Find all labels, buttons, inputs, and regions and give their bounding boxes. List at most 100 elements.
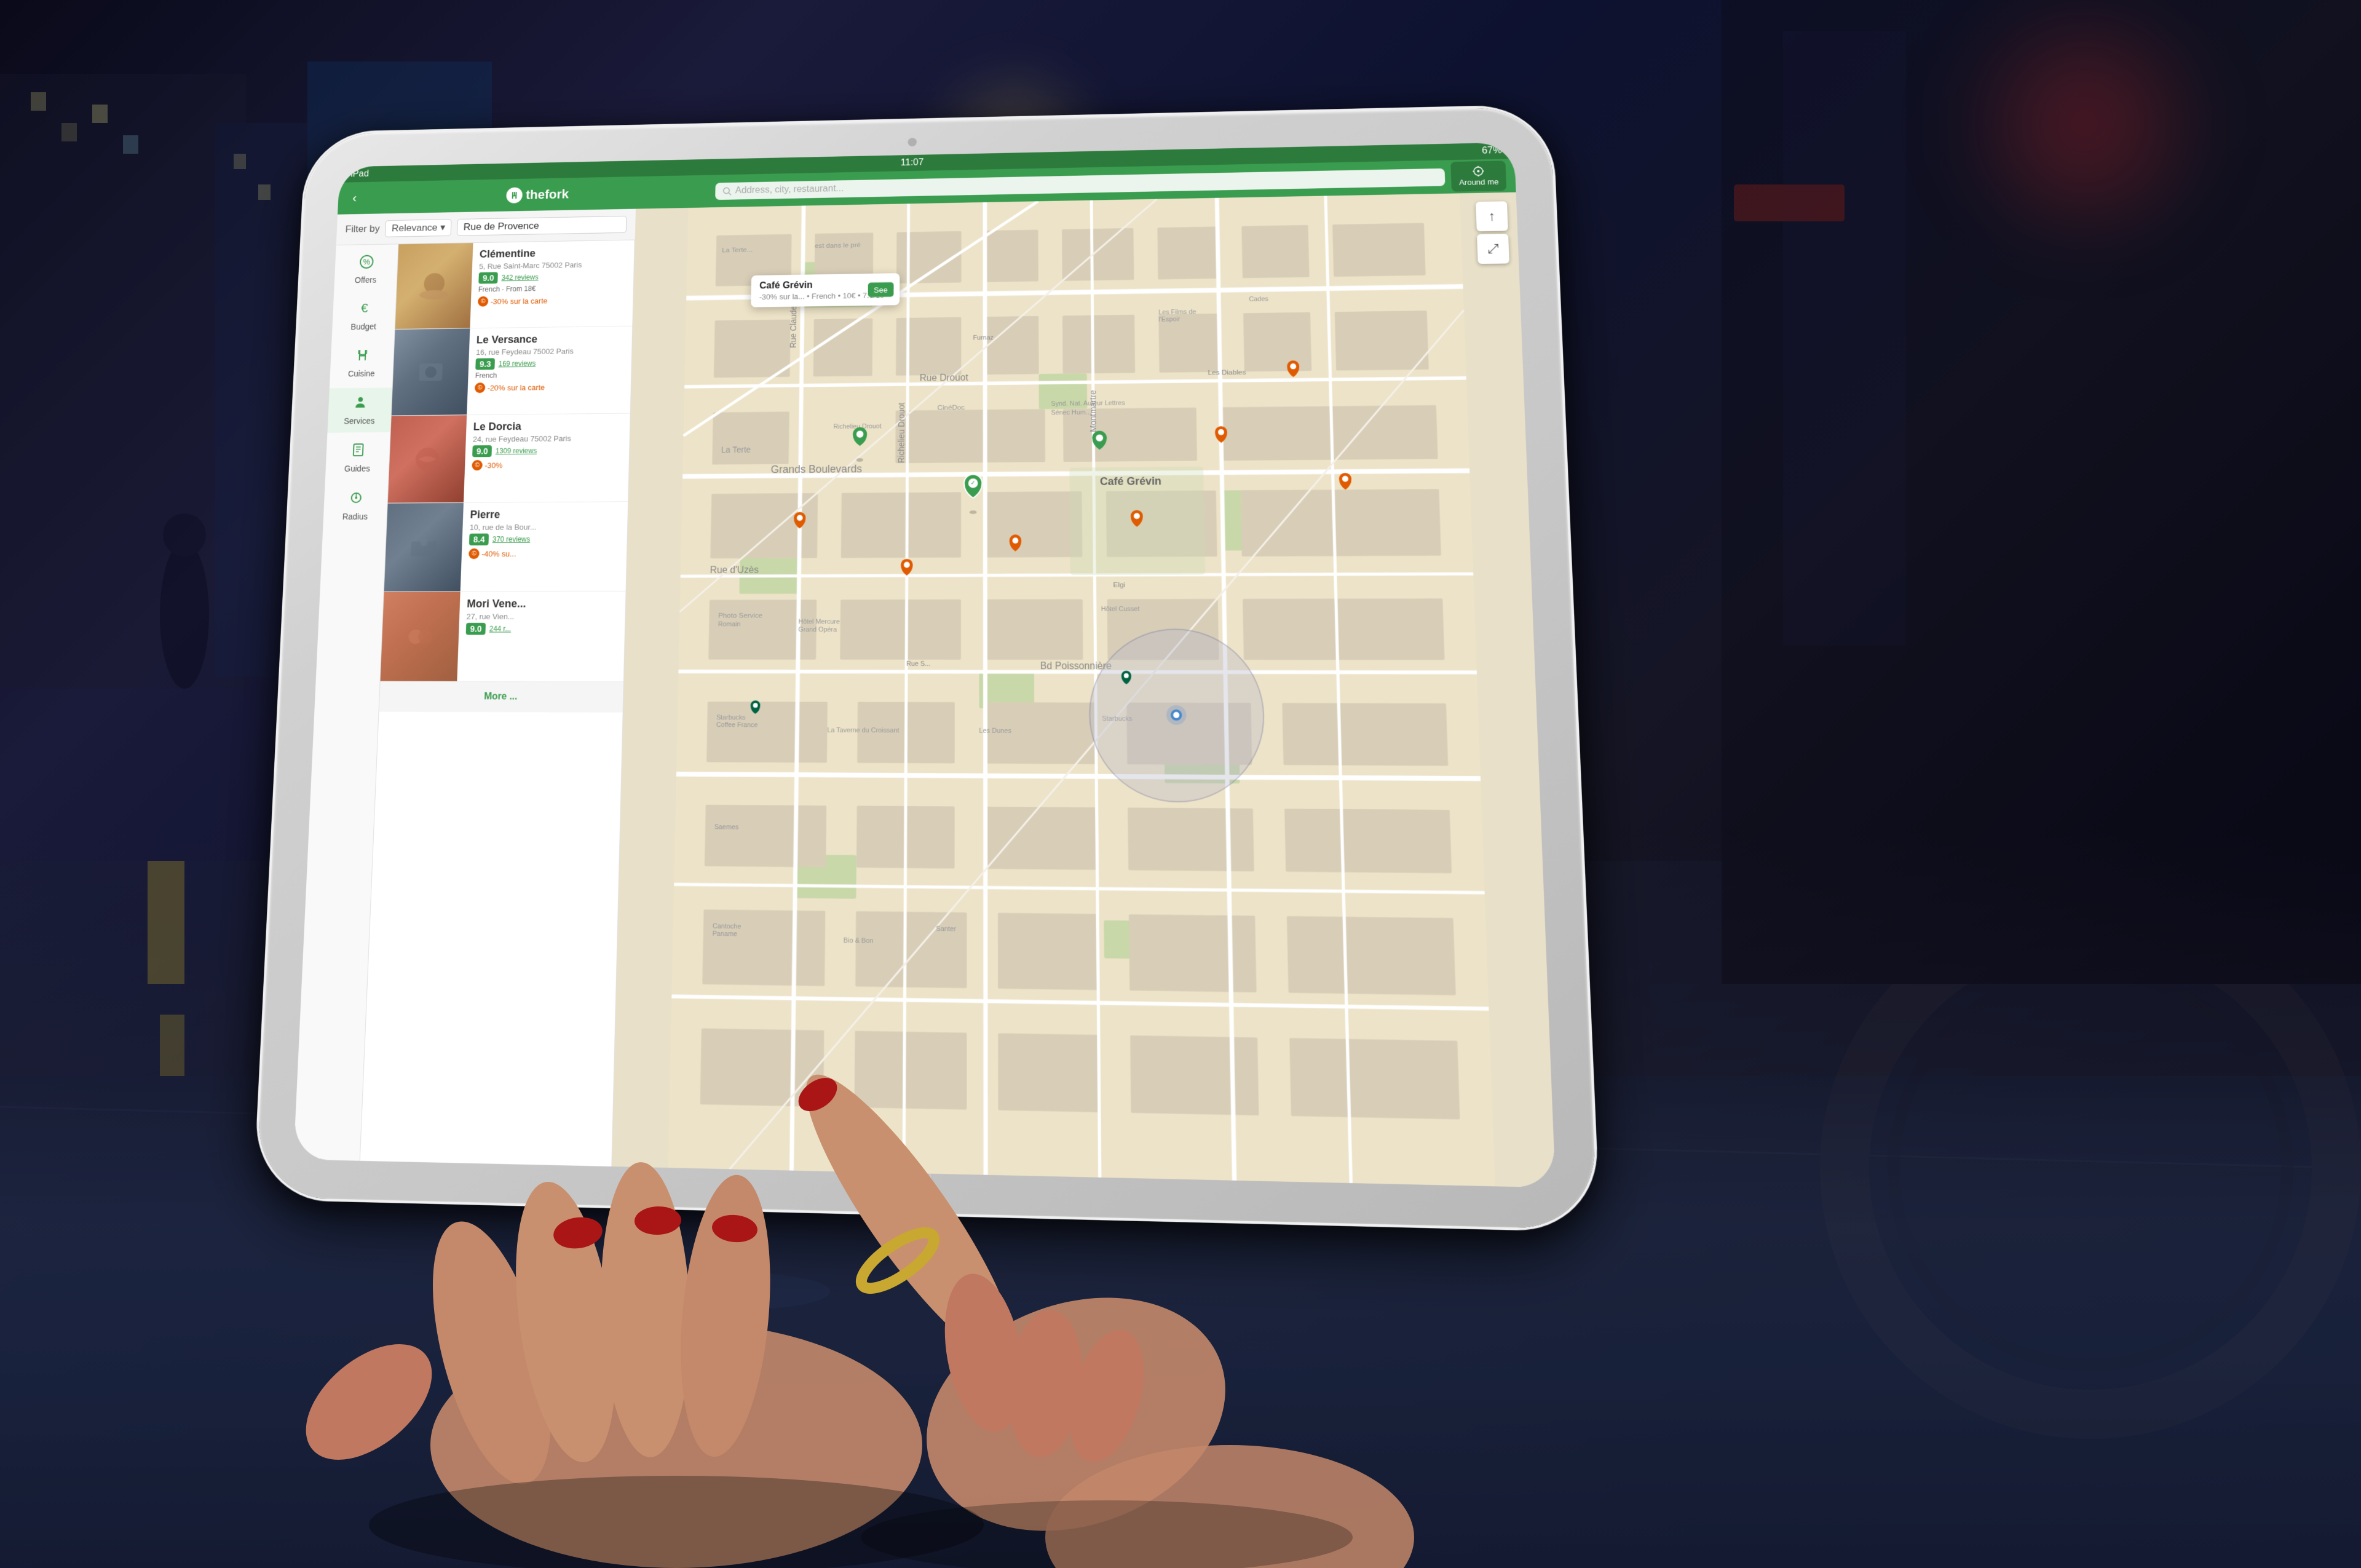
svg-text:La Terte...: La Terte... <box>722 247 753 254</box>
person-icon <box>352 395 368 410</box>
svg-text:Saemes: Saemes <box>714 824 739 831</box>
restaurant-meta: 9.0 342 reviews <box>478 270 627 283</box>
restaurant-address: 24, rue Feydeau 75002 Paris <box>473 434 623 443</box>
restaurant-name: Le Versance <box>477 332 625 346</box>
time-display: 11:07 <box>901 157 924 168</box>
around-me-button[interactable]: Around me <box>1451 160 1507 191</box>
restaurant-address: 10, rue de la Bour... <box>470 522 620 532</box>
reviews-count: 244 r... <box>489 625 512 633</box>
euro-icon: € <box>357 301 372 315</box>
fork-logo-icon <box>506 187 523 203</box>
restaurant-item[interactable]: Le Versance 16, rue Feydeau 75002 Paris … <box>392 327 633 416</box>
discount-badge: © -40% su... <box>469 548 620 559</box>
restaurant-address: 27, rue Vien... <box>466 612 618 621</box>
restaurant-address: 5, Rue Saint-Marc 75002 Paris <box>479 259 627 271</box>
map-popup: Café Grévin -30% sur la... • French • 10… <box>751 273 900 307</box>
food-image-4 <box>406 529 442 565</box>
svg-text:Coffee France: Coffee France <box>716 722 758 729</box>
reviews-count: 342 reviews <box>501 273 539 282</box>
radius-icon <box>348 490 364 510</box>
tag-icon: % <box>358 255 374 269</box>
restaurant-info-pierre: Pierre 10, rue de la Bour... 8.4 370 rev… <box>461 502 628 591</box>
svg-text:Synd. Nat. Auteur Lettres: Synd. Nat. Auteur Lettres <box>1051 400 1125 408</box>
app-logo-text: thefork <box>526 187 569 202</box>
svg-text:€: € <box>360 302 368 315</box>
offers-label: Offers <box>355 275 377 285</box>
restaurant-image-versance <box>392 328 470 416</box>
address-input[interactable]: Rue de Provence <box>457 216 627 236</box>
cuisine-icon <box>354 347 370 366</box>
cuisine-tag: French <box>475 370 624 380</box>
restaurant-meta: 9.0 244 r... <box>466 623 618 635</box>
svg-text:Grands Boulevards: Grands Boulevards <box>771 463 863 475</box>
sidebar-item-budget[interactable]: € Budget <box>332 294 397 339</box>
expand-button[interactable]: ⤢ <box>1477 234 1509 264</box>
carrier-label: iPad <box>350 169 369 180</box>
battery-indicator: 67% <box>1482 146 1502 157</box>
reviews-count: 370 reviews <box>492 535 531 544</box>
rating-badge: 9.0 <box>478 272 498 283</box>
relevance-label: Relevance <box>392 222 438 234</box>
relevance-dropdown[interactable]: Relevance ▾ <box>385 219 452 237</box>
radius-circle-icon <box>348 490 364 505</box>
services-label: Services <box>344 416 375 426</box>
search-bar[interactable]: Address, city, restaurant... <box>715 168 1445 199</box>
sidebar-item-cuisine[interactable]: Cuisine <box>330 341 394 386</box>
restaurant-address: 16, rue Feydeau 75002 Paris <box>476 346 625 357</box>
sidebar-item-guides[interactable]: Guides <box>325 435 390 481</box>
restaurant-meta: 9.3 169 reviews <box>475 357 624 370</box>
filter-bar: Filter by Relevance ▾ Rue de Provence <box>336 209 636 245</box>
budget-label: Budget <box>350 322 376 331</box>
restaurant-item[interactable]: Clémentine 5, Rue Saint-Marc 75002 Paris… <box>395 240 635 330</box>
restaurant-info-versance: Le Versance 16, rue Feydeau 75002 Paris … <box>467 327 632 415</box>
food-image-2 <box>413 355 449 390</box>
rating-badge: 9.0 <box>466 623 486 635</box>
popup-see-button[interactable]: See <box>868 282 894 296</box>
restaurant-name: Mori Vene... <box>467 598 619 611</box>
restaurant-image-clementine <box>395 243 473 330</box>
search-icon <box>722 186 732 196</box>
sidebar-item-offers[interactable]: % Offers <box>334 247 398 292</box>
map-area[interactable]: Rue Richer Rue Drouot Grands Boulevards … <box>612 192 1556 1188</box>
svg-text:%: % <box>363 258 370 266</box>
tablet-screen: iPad 11:07 67% ‹ thefork <box>293 143 1556 1188</box>
sidebar-item-radius[interactable]: Radius <box>323 483 388 528</box>
restaurant-info-mori: Mori Vene... 27, rue Vien... 9.0 244 r..… <box>457 592 625 681</box>
svg-text:Starbucks: Starbucks <box>716 715 746 722</box>
svg-text:Photo Service: Photo Service <box>718 612 762 619</box>
restaurant-name: Clémentine <box>480 246 628 261</box>
discount-icon: © <box>472 460 483 470</box>
sidebar-item-services[interactable]: Services <box>327 387 392 432</box>
more-results-button[interactable]: More ... <box>379 682 623 713</box>
compass-icon: ↑ <box>1488 208 1495 224</box>
restaurant-name: Pierre <box>470 508 620 521</box>
svg-text:✓: ✓ <box>971 480 976 487</box>
discount-text: -30% sur la carte <box>491 296 548 306</box>
guides-label: Guides <box>344 464 370 473</box>
food-image-1 <box>416 269 452 303</box>
restaurant-item[interactable]: Le Dorcia 24, rue Feydeau 75002 Paris 9.… <box>388 414 630 504</box>
svg-text:Santer: Santer <box>936 925 956 933</box>
svg-text:Hôtel Mercure: Hôtel Mercure <box>799 619 840 625</box>
restaurant-item[interactable]: Pierre 10, rue de la Bour... 8.4 370 rev… <box>384 502 628 592</box>
discount-badge: © -20% sur la carte <box>475 381 624 393</box>
svg-text:Les Diables: Les Diables <box>1208 369 1246 377</box>
restaurant-item[interactable]: Mori Vene... 27, rue Vien... 9.0 244 r..… <box>381 592 626 682</box>
svg-text:Cades: Cades <box>1249 296 1268 303</box>
restaurant-meta: 8.4 370 reviews <box>469 533 620 545</box>
compass-button[interactable]: ↑ <box>1476 201 1508 231</box>
restaurant-name: Le Dorcia <box>473 419 623 433</box>
logo-area: thefork <box>368 183 710 206</box>
discount-text: -20% sur la carte <box>488 382 545 392</box>
svg-text:Café Grévin: Café Grévin <box>1100 475 1161 488</box>
map-svg: Rue Richer Rue Drouot Grands Boulevards … <box>612 192 1556 1188</box>
discount-text: -30% <box>484 461 502 470</box>
back-button[interactable]: ‹ <box>346 188 363 208</box>
map-controls: ↑ ⤢ <box>1476 201 1509 264</box>
svg-text:Romain: Romain <box>718 621 741 628</box>
location-icon <box>1473 166 1484 177</box>
svg-text:Bd Poissonnière: Bd Poissonnière <box>1040 660 1112 671</box>
svg-text:Cantoche: Cantoche <box>713 923 742 930</box>
svg-text:Rue Claude: Rue Claude <box>789 306 799 348</box>
food-image-5 <box>402 619 439 654</box>
